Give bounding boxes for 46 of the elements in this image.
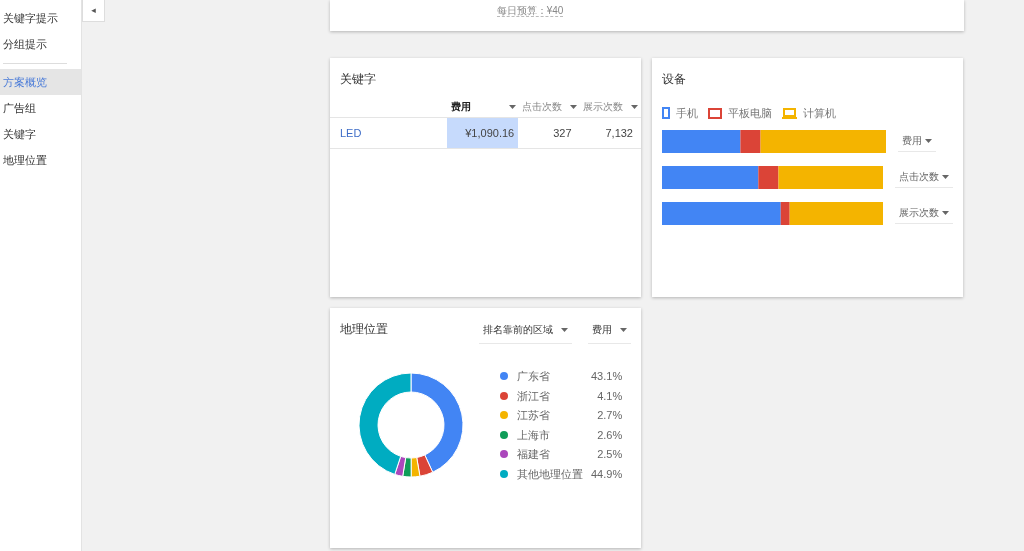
legend-label: 平板电脑 — [728, 106, 772, 121]
legend-value: 2.6% — [596, 427, 623, 443]
caret-icon — [620, 327, 627, 332]
legend-value: 4.1% — [596, 388, 623, 404]
legend-label: 浙江省 — [517, 388, 551, 404]
legend-label: 计算机 — [803, 106, 836, 121]
caret-icon — [631, 104, 638, 109]
caret-icon — [508, 104, 516, 109]
y-tick-label: 展示次数 — [899, 206, 939, 220]
caret-icon — [569, 104, 577, 109]
legend-value: 2.5% — [596, 447, 623, 462]
tablet-icon — [708, 107, 722, 119]
budget-text: 每日预算：¥40 — [496, 3, 564, 17]
caret-icon — [942, 210, 949, 215]
card-title: 关键字 — [339, 71, 377, 88]
caret-icon — [561, 327, 568, 332]
caret-icon — [925, 138, 932, 143]
legend-label: 其他地理位置 — [517, 466, 583, 482]
table-cell-text: 327 — [552, 125, 573, 141]
collapse-button[interactable]: ◂ — [82, 0, 105, 22]
table-cell-text: 7,132 — [604, 125, 634, 141]
sidebar-item[interactable]: 地理位置 — [0, 147, 81, 173]
phone-icon — [662, 107, 670, 120]
caret-icon — [942, 174, 949, 179]
column-header[interactable]: 展示次数 — [579, 99, 641, 114]
card-title: 地理位置 — [340, 321, 388, 338]
card-title: 设备 — [662, 71, 687, 88]
legend-label: 福建省 — [517, 447, 551, 462]
sidebar-item[interactable]: 广告组 — [0, 95, 81, 121]
legend-label: 手机 — [676, 106, 698, 121]
table-cell: ¥1,090.16 — [446, 118, 519, 148]
legend-label: 江苏省 — [517, 408, 551, 423]
keyword-link[interactable]: LED — [340, 124, 362, 142]
sidebar-item[interactable]: 分组提示 — [0, 31, 81, 57]
legend-label: 上海市 — [517, 427, 551, 443]
sidebar-item[interactable]: 关键字 — [0, 121, 81, 147]
legend-value: 44.9% — [591, 466, 623, 482]
y-tick-label: 费用 — [902, 134, 922, 148]
legend-value: 2.7% — [596, 408, 623, 423]
column-header[interactable]: 费用 — [448, 99, 519, 114]
column-header[interactable]: 点击次数 — [518, 99, 580, 114]
legend-label: 广东省 — [517, 369, 551, 384]
sidebar-item[interactable]: 关键字提示 — [0, 5, 81, 31]
legend-value: 43.1% — [591, 369, 623, 384]
y-tick-label: 点击次数 — [899, 170, 939, 184]
laptop-icon — [782, 107, 797, 119]
